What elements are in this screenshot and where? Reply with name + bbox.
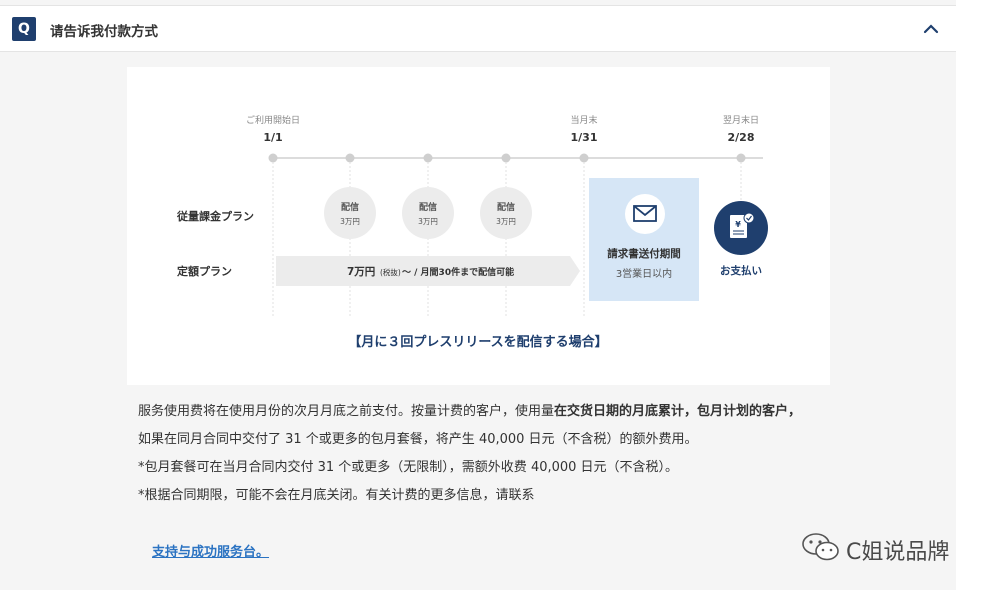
milestone-date-start: 1/1	[263, 131, 282, 144]
invoice-subtitle: 3営業日以内	[616, 267, 672, 280]
chevron-up-icon[interactable]	[920, 18, 942, 40]
milestone-date-next-month-end: 2/28	[728, 131, 755, 144]
description-paragraph: 服务使用费将在使用月份的次月月底之前支付。按量计费的客户，使用量在交货日期的月底…	[138, 398, 828, 426]
fixed-plan-detail: 〜 / 月間30件まで配信可能	[402, 266, 514, 278]
fixed-plan-tax: (税抜)	[380, 267, 401, 277]
fixed-plan-price: 7万円	[347, 266, 375, 278]
description-line1-bold: 在交货日期的月底累计，包月计划的客户，	[554, 404, 802, 419]
question-text: 请告诉我付款方式	[50, 24, 158, 40]
figure-caption: 【月に３回プレスリリースを配信する場合】	[348, 334, 607, 350]
svg-text:¥: ¥	[735, 220, 741, 229]
watermark: C姐说品牌	[800, 530, 960, 565]
svg-text:3万円: 3万円	[418, 217, 438, 226]
description-line1: 服务使用费将在使用月份的次月月底之前支付。按量计费的客户，使用量	[138, 404, 555, 419]
wechat-icon	[802, 533, 839, 561]
delivery-item: 配信 3万円	[402, 187, 454, 239]
svg-text:配信: 配信	[497, 201, 515, 213]
svg-text:3万円: 3万円	[340, 217, 360, 226]
question-badge: Q	[12, 17, 36, 41]
payment-timeline-figure: ご利用開始日 1/1 当月末 1/31 翌月末日 2/28 従量課金プラン 定額…	[127, 67, 830, 385]
svg-text:配信: 配信	[419, 201, 437, 213]
faq-question-header[interactable]: Q 请告诉我付款方式	[0, 5, 956, 52]
payment-label: お支払い	[720, 264, 762, 277]
description-line4: *根据合同期限，可能不会在月底关闭。有关计费的更多信息，请联系	[138, 488, 535, 503]
faq-panel: Q 请告诉我付款方式 ご利用開始日 1/1 当月末 1/31 翌月末日 2/28	[0, 0, 956, 590]
delivery-item: 配信 3万円	[480, 187, 532, 239]
svg-text:配信: 配信	[341, 201, 359, 213]
payment-description: 服务使用费将在使用月份的次月月底之前支付。按量计费的客户，使用量在交货日期的月底…	[138, 398, 828, 510]
milestone-caption-month-end: 当月末	[570, 114, 597, 126]
description-line3: *包月套餐可在当月合同内交付 31 个或更多（无限制），需额外收费 40,000…	[138, 460, 679, 475]
support-desk-link[interactable]: 支持与成功服务台。	[152, 541, 269, 560]
invoice-title: 請求書送付期間	[607, 247, 681, 260]
timeline-diagram: ご利用開始日 1/1 当月末 1/31 翌月末日 2/28 従量課金プラン 定額…	[176, 114, 768, 350]
milestone-caption-next-month-end: 翌月末日	[723, 114, 759, 126]
milestone-caption-start: ご利用開始日	[246, 114, 300, 126]
row-label-pay-per-use: 従量課金プラン	[176, 209, 254, 223]
delivery-item: 配信 3万円	[324, 187, 376, 239]
watermark-text: C姐说品牌	[846, 540, 950, 565]
svg-text:3万円: 3万円	[496, 217, 516, 226]
row-label-fixed-plan: 定額プラン	[177, 264, 232, 278]
description-line2: 如果在同月合同中交付了 31 个或更多的包月套餐，将产生 40,000 日元（不…	[138, 432, 698, 447]
milestone-date-month-end: 1/31	[571, 131, 598, 144]
